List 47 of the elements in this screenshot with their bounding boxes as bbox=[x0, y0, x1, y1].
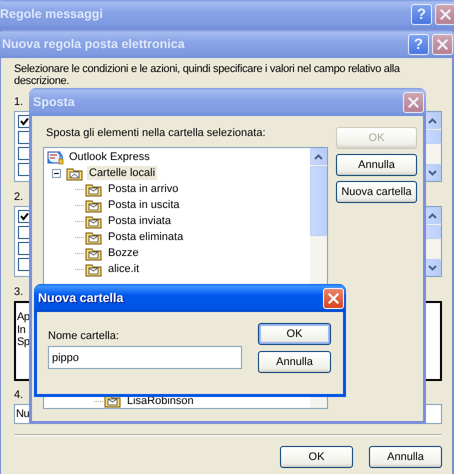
folder-icon bbox=[85, 246, 103, 260]
folder-item[interactable]: Cartelle locali bbox=[87, 166, 158, 180]
window-title: Nuova cartella bbox=[38, 291, 124, 305]
folder-icon bbox=[66, 166, 84, 180]
instructions-text: Selezionare le condizioni e le azioni, quindi specificare i valori nel campo relativo alla descrizione. bbox=[14, 63, 401, 87]
close-icon bbox=[408, 96, 419, 108]
folder-icon bbox=[85, 214, 103, 228]
folder-icon bbox=[85, 230, 103, 244]
scroll-thumb[interactable] bbox=[310, 166, 327, 236]
folder-item[interactable]: LisaRobinson bbox=[125, 394, 196, 408]
dialog-button[interactable]: Nuova cartella bbox=[336, 181, 417, 203]
close-button[interactable] bbox=[323, 288, 344, 308]
window-title: Regole messaggi bbox=[0, 7, 104, 21]
folder-item[interactable]: Posta inviata bbox=[106, 214, 173, 228]
close-button[interactable] bbox=[403, 92, 424, 112]
close-icon bbox=[440, 8, 451, 20]
folder-item[interactable]: Bozze bbox=[106, 246, 141, 260]
scroll-up-button[interactable] bbox=[310, 148, 327, 165]
close-icon bbox=[328, 292, 339, 304]
section-label: 3. bbox=[14, 286, 24, 299]
dialog-button[interactable]: OK bbox=[280, 446, 353, 468]
prompt-text: Sposta gli elementi nella cartella selezionata: bbox=[46, 127, 266, 140]
folder-item[interactable]: Posta in uscita bbox=[106, 198, 182, 212]
mail-program-icon bbox=[47, 150, 64, 164]
field-label: Nome cartella: bbox=[48, 330, 119, 343]
close-button[interactable] bbox=[435, 4, 454, 24]
dialog-button[interactable]: Annulla bbox=[369, 446, 442, 468]
description-line: In bbox=[17, 324, 26, 336]
window-title: Nuova regola posta elettronica bbox=[2, 37, 186, 51]
folder-name-field[interactable]: pippo bbox=[48, 346, 242, 369]
close-icon bbox=[437, 38, 448, 50]
folder-icon bbox=[85, 182, 103, 196]
close-button[interactable] bbox=[432, 34, 453, 54]
folder-icon bbox=[85, 198, 103, 212]
folder-item[interactable]: alice.it bbox=[106, 262, 142, 276]
window-title: Sposta bbox=[33, 95, 76, 109]
section-label: 2. bbox=[14, 191, 24, 204]
dialog-button[interactable]: Annulla bbox=[336, 154, 417, 176]
collapse-toggle[interactable] bbox=[52, 168, 61, 178]
section-label: 1. bbox=[14, 96, 24, 109]
folder-item[interactable]: Posta eliminata bbox=[106, 230, 186, 244]
dialog-button[interactable]: OK bbox=[258, 323, 331, 345]
folder-item[interactable]: Posta in arrivo bbox=[106, 182, 180, 196]
section-label: 4. bbox=[14, 389, 24, 402]
dialog-button[interactable]: Annulla bbox=[258, 351, 331, 373]
folder-item[interactable]: Outlook Express bbox=[67, 150, 152, 164]
folder-icon bbox=[85, 262, 103, 276]
